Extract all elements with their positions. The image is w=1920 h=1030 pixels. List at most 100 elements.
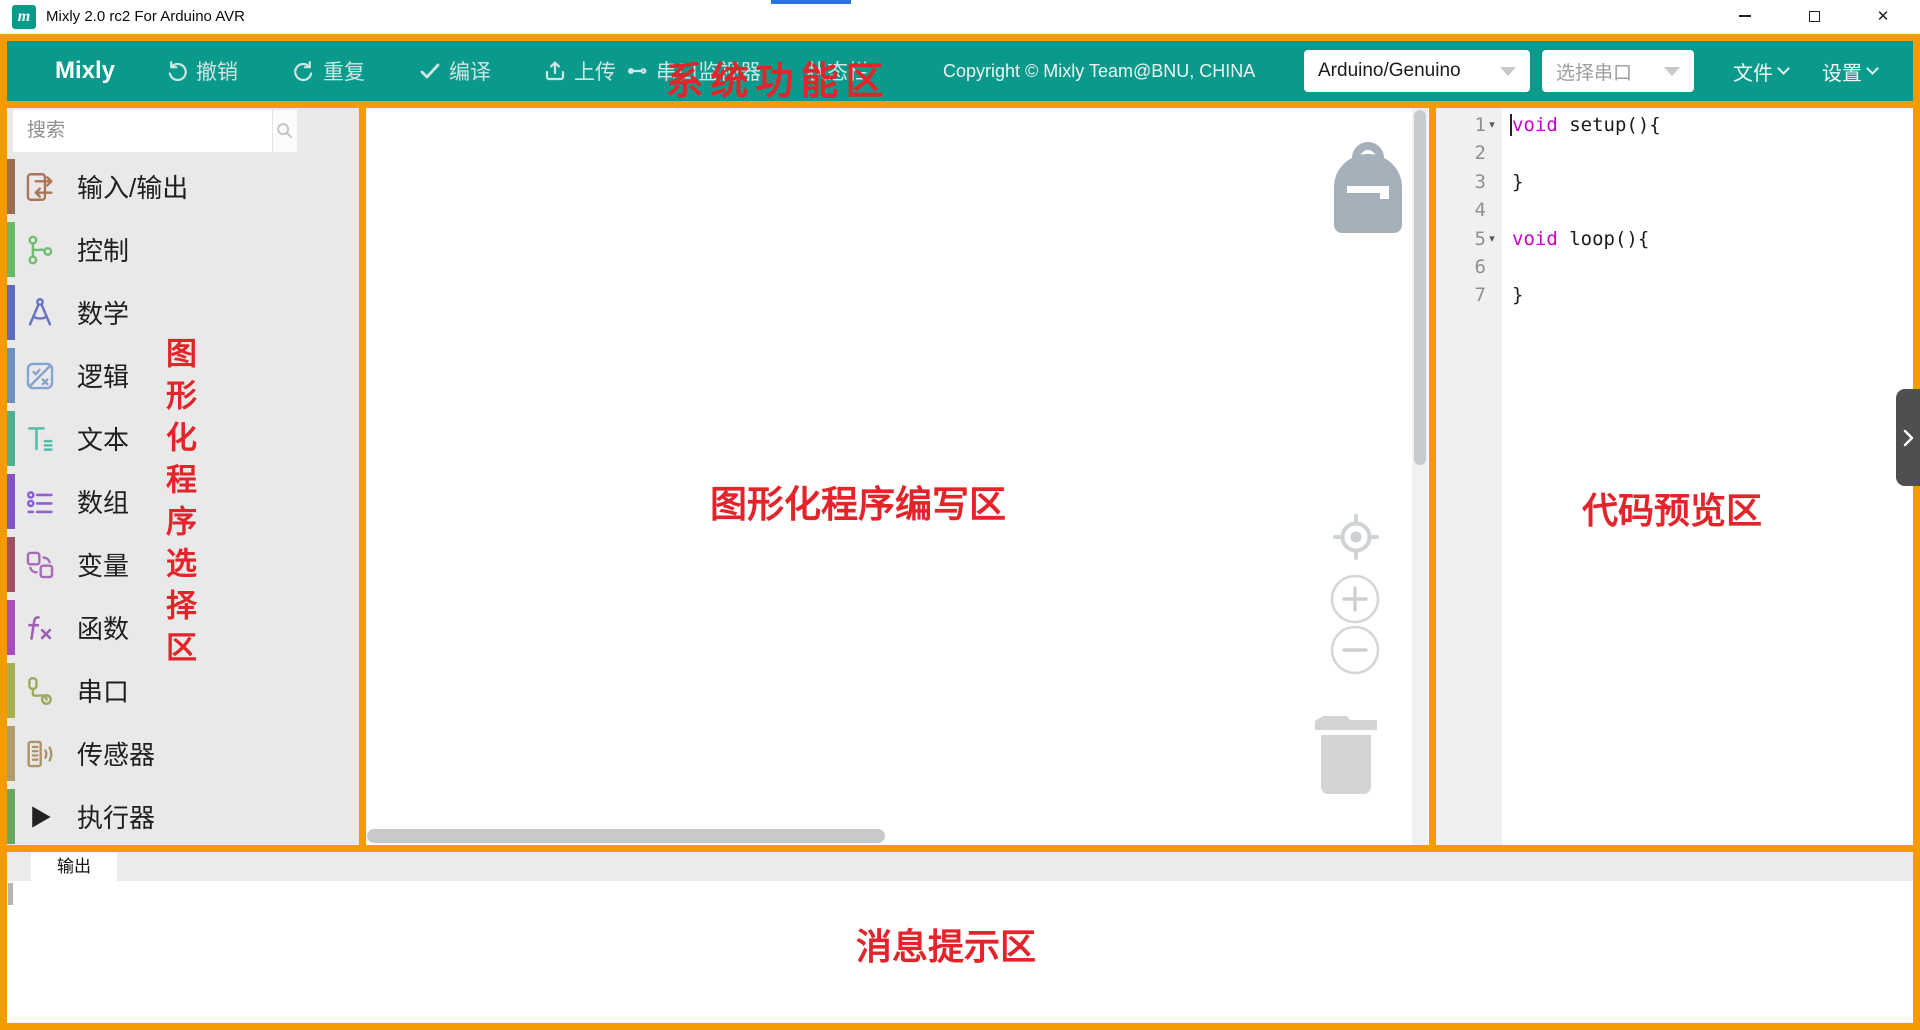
frame-border xyxy=(1913,34,1920,1030)
canvas-vertical-scrollbar[interactable] xyxy=(1412,108,1428,845)
tab-output[interactable]: 输出 xyxy=(31,852,117,881)
code-text: } xyxy=(1512,171,1523,193)
sidebar-item-label: 逻辑 xyxy=(77,357,129,394)
settings-menu-label: 设置 xyxy=(1822,57,1862,86)
category-color-bar xyxy=(7,348,15,403)
serial-port-selector[interactable]: 选择串口 xyxy=(1542,50,1694,92)
compile-label: 编译 xyxy=(449,56,491,86)
code-text: loop(){ xyxy=(1558,228,1650,250)
code-line: 4 xyxy=(1436,196,1913,224)
status-bar-label: 状态栏 xyxy=(806,56,869,86)
zoom-out-button[interactable] xyxy=(1329,624,1381,681)
io-icon xyxy=(23,170,57,204)
serial-port-placeholder: 选择串口 xyxy=(1556,58,1632,85)
sidebar-item-label: 变量 xyxy=(77,546,129,583)
function-fx-icon xyxy=(23,611,57,645)
frame-border xyxy=(0,845,1920,852)
sidebar-item-sensor[interactable]: 传感器 xyxy=(7,722,359,785)
frame-border xyxy=(359,108,366,845)
chevron-down-icon xyxy=(1866,62,1879,75)
code-line: 6 xyxy=(1436,253,1913,281)
sidebar-item-label: 数组 xyxy=(77,483,129,520)
code-line: 1▾ void setup(){ xyxy=(1436,111,1913,139)
settings-menu[interactable]: 设置 xyxy=(1822,41,1877,101)
sidebar-item-control[interactable]: 控制 xyxy=(7,218,359,281)
sidebar-item-io[interactable]: 输入/输出 xyxy=(7,155,359,218)
category-color-bar xyxy=(7,474,15,529)
frame-border xyxy=(0,1023,1920,1030)
fold-caret-icon[interactable]: ▾ xyxy=(1486,111,1498,139)
code-preview-panel[interactable]: 1▾ void setup(){ 2 3 } 4 5▾ void loop(){… xyxy=(1436,108,1913,845)
sidebar-item-math[interactable]: 数学 xyxy=(7,281,359,344)
sidebar-item-actuator[interactable]: 执行器 xyxy=(7,785,359,848)
search-button[interactable] xyxy=(272,110,297,152)
maximize-icon xyxy=(1809,11,1820,22)
collapse-panel-icon xyxy=(1902,429,1914,447)
dropdown-caret-icon xyxy=(1664,67,1680,76)
math-compass-icon xyxy=(23,296,57,330)
category-color-bar xyxy=(7,411,15,466)
board-selector[interactable]: Arduino/Genuino xyxy=(1304,50,1530,92)
board-selector-value: Arduino/Genuino xyxy=(1318,60,1461,82)
minimize-button[interactable] xyxy=(1722,0,1768,32)
array-list-icon xyxy=(23,485,57,519)
compile-check-icon xyxy=(418,59,442,83)
sidebar-item-label: 文本 xyxy=(77,420,129,457)
code-line: 7 } xyxy=(1436,281,1913,309)
block-category-sidebar: 输入/输出 控制 数学 逻辑 xyxy=(7,108,359,845)
upload-icon xyxy=(543,59,567,83)
maximize-button[interactable] xyxy=(1791,0,1837,32)
canvas-horizontal-scrollbar[interactable] xyxy=(367,829,885,843)
upload-button[interactable]: 上传 xyxy=(543,41,616,101)
logic-icon xyxy=(23,359,57,393)
dropdown-caret-icon xyxy=(1500,67,1516,76)
mixly-brand: Mixly xyxy=(55,41,115,101)
serial-monitor-button[interactable]: 串口监视器 xyxy=(625,41,761,101)
sidebar-item-label: 函数 xyxy=(77,609,129,646)
close-button[interactable]: ✕ xyxy=(1860,0,1906,32)
center-view-button[interactable] xyxy=(1332,513,1380,566)
title-bar: m Mixly 2.0 rc2 For Arduino AVR ✕ xyxy=(0,0,1920,34)
sidebar-item-label: 输入/输出 xyxy=(77,168,188,205)
actuator-play-icon xyxy=(23,800,57,834)
minimize-icon xyxy=(1739,15,1751,17)
code-line: 2 xyxy=(1436,139,1913,167)
close-icon: ✕ xyxy=(1877,9,1890,24)
sidebar-item-logic[interactable]: 逻辑 xyxy=(7,344,359,407)
mixly-logo-icon: m xyxy=(12,5,36,29)
backpack-icon[interactable] xyxy=(1330,137,1406,238)
code-text: setup(){ xyxy=(1558,114,1661,136)
category-color-bar xyxy=(7,222,15,277)
undo-button[interactable]: 撤销 xyxy=(165,41,238,101)
variable-swap-icon xyxy=(23,548,57,582)
window-title: Mixly 2.0 rc2 For Arduino AVR xyxy=(46,0,245,34)
code-keyword: void xyxy=(1512,228,1558,250)
sidebar-item-function[interactable]: 函数 xyxy=(7,596,359,659)
compile-button[interactable]: 编译 xyxy=(418,41,491,101)
sidebar-item-label: 串口 xyxy=(77,672,129,709)
line-number: 5 xyxy=(1475,225,1486,253)
search-box xyxy=(13,110,297,152)
search-input[interactable] xyxy=(13,110,272,152)
code-text: } xyxy=(1512,284,1523,306)
main-toolbar: Mixly 撤销 重复 编译 上传 串口监视器 状态栏 Copyright © … xyxy=(7,41,1913,101)
collapse-panel-button[interactable] xyxy=(1896,389,1920,486)
fold-caret-icon[interactable]: ▾ xyxy=(1486,225,1498,253)
sidebar-item-text[interactable]: 文本 xyxy=(7,407,359,470)
redo-button[interactable]: 重复 xyxy=(292,41,365,101)
category-color-bar xyxy=(7,726,15,781)
sidebar-item-label: 传感器 xyxy=(77,735,155,772)
sidebar-item-array[interactable]: 数组 xyxy=(7,470,359,533)
output-scrollbar-sliver[interactable] xyxy=(8,883,13,905)
zoom-in-button[interactable] xyxy=(1329,573,1381,630)
file-menu-label: 文件 xyxy=(1733,57,1773,86)
category-color-bar xyxy=(7,600,15,655)
sidebar-item-variable[interactable]: 变量 xyxy=(7,533,359,596)
block-canvas[interactable] xyxy=(366,108,1429,845)
category-list: 输入/输出 控制 数学 逻辑 xyxy=(7,155,359,848)
file-menu[interactable]: 文件 xyxy=(1733,41,1788,101)
trash-icon[interactable] xyxy=(1313,708,1379,801)
scrollbar-thumb[interactable] xyxy=(1414,110,1426,465)
sidebar-item-serial[interactable]: 串口 xyxy=(7,659,359,722)
status-bar-button[interactable]: 状态栏 xyxy=(806,41,869,101)
